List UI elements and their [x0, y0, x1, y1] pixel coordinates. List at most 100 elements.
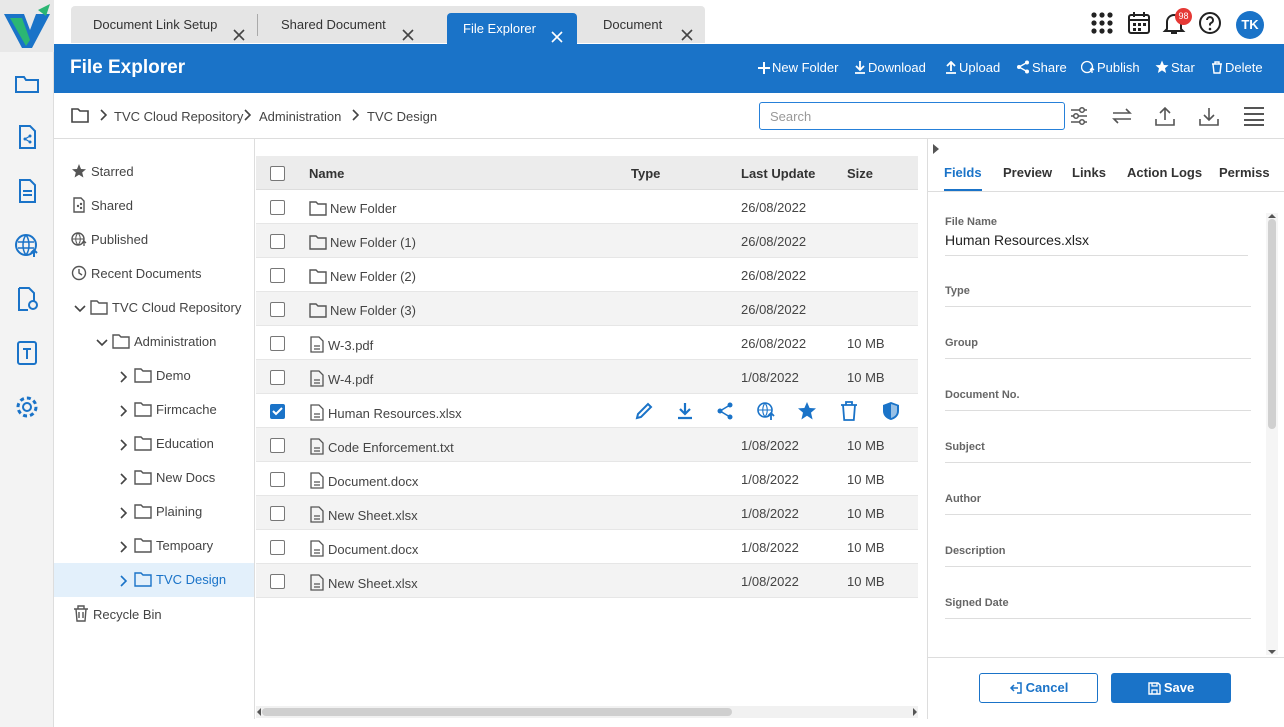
table-row[interactable]: Document.docx 1/08/2022 10 MB	[256, 462, 918, 496]
file-name-cell[interactable]: Human Resources.xlsx	[309, 404, 462, 421]
breadcrumb-item[interactable]: TVC Cloud Repository	[114, 109, 243, 124]
row-checkbox[interactable]	[270, 302, 285, 317]
subject-field[interactable]	[945, 462, 1251, 463]
edit-icon[interactable]	[634, 401, 654, 421]
tree-item-plaining[interactable]: Plaining	[118, 495, 202, 529]
table-row[interactable]: New Folder (1) 26/08/2022	[256, 224, 918, 258]
document-icon[interactable]	[13, 177, 41, 205]
table-row[interactable]: New Folder (2) 26/08/2022	[256, 258, 918, 292]
type-field[interactable]	[945, 306, 1251, 307]
signed-date-field[interactable]	[945, 618, 1251, 619]
share-icon[interactable]	[715, 401, 735, 421]
delete-button[interactable]: Delete	[1211, 60, 1263, 75]
row-checkbox[interactable]	[270, 234, 285, 249]
table-row[interactable]: Code Enforcement.txt 1/08/2022 10 MB	[256, 428, 918, 462]
tree-item-education[interactable]: Education	[118, 427, 214, 461]
file-name-cell[interactable]: Document.docx	[309, 540, 418, 557]
file-name-cell[interactable]: New Folder (1)	[309, 234, 416, 250]
column-type[interactable]: Type	[631, 166, 660, 181]
help-icon[interactable]	[1197, 10, 1223, 36]
table-row-selected[interactable]: Human Resources.xlsx	[256, 394, 918, 428]
upload-icon[interactable]	[1154, 105, 1178, 127]
share-button[interactable]: Share	[1016, 60, 1067, 75]
download-button[interactable]: Download	[854, 60, 926, 75]
file-name-cell[interactable]: New Folder (2)	[309, 268, 416, 284]
apps-grid-icon[interactable]	[1089, 10, 1115, 36]
star-button[interactable]: Star	[1155, 60, 1195, 75]
tab-preview[interactable]: Preview	[1003, 165, 1052, 180]
table-row[interactable]: New Folder (3) 26/08/2022	[256, 292, 918, 326]
file-name-cell[interactable]: Code Enforcement.txt	[309, 438, 454, 455]
shared-document-icon[interactable]	[13, 123, 41, 151]
collapse-panel-icon[interactable]	[933, 142, 939, 157]
row-checkbox[interactable]	[270, 404, 285, 419]
tree-item-recycle-bin[interactable]: Recycle Bin	[73, 598, 162, 632]
row-checkbox[interactable]	[270, 336, 285, 351]
table-row[interactable]: New Sheet.xlsx 1/08/2022 10 MB	[256, 496, 918, 530]
file-name-field[interactable]: Human Resources.xlsx	[945, 232, 1089, 248]
close-icon[interactable]	[233, 18, 245, 41]
tree-item-tempoary[interactable]: Tempoary	[118, 529, 213, 563]
close-icon[interactable]	[681, 18, 693, 41]
menu-icon[interactable]	[1242, 105, 1266, 127]
file-name-cell[interactable]: New Sheet.xlsx	[309, 574, 418, 591]
row-checkbox[interactable]	[270, 268, 285, 283]
publish-button[interactable]: Publish	[1080, 60, 1140, 75]
new-folder-button[interactable]: New Folder	[758, 60, 838, 75]
calendar-icon[interactable]	[1126, 10, 1152, 36]
file-name-cell[interactable]: New Folder (3)	[309, 302, 416, 318]
tab-fields[interactable]: Fields	[944, 165, 982, 180]
vertical-scrollbar[interactable]	[1266, 213, 1278, 655]
folder-icon[interactable]	[13, 70, 41, 98]
tree-item-shared[interactable]: Shared	[71, 189, 133, 223]
author-field[interactable]	[945, 514, 1251, 515]
table-row[interactable]: Document.docx 1/08/2022 10 MB	[256, 530, 918, 564]
search-input[interactable]	[759, 102, 1065, 130]
column-last-update[interactable]: Last Update	[741, 166, 815, 181]
file-name-cell[interactable]: W-3.pdf	[309, 336, 373, 353]
file-name-cell[interactable]: New Sheet.xlsx	[309, 506, 418, 523]
filter-sliders-icon[interactable]	[1068, 105, 1092, 127]
row-checkbox[interactable]	[270, 472, 285, 487]
row-checkbox[interactable]	[270, 574, 285, 589]
user-avatar[interactable]: TK	[1236, 11, 1264, 39]
horizontal-scrollbar[interactable]	[256, 706, 918, 718]
cancel-button[interactable]: Cancel	[979, 673, 1098, 703]
delete-icon[interactable]	[839, 401, 859, 421]
row-checkbox[interactable]	[270, 370, 285, 385]
document-no-field[interactable]	[945, 410, 1251, 411]
scrollbar-thumb[interactable]	[1268, 219, 1276, 429]
settings-gear-icon[interactable]	[13, 393, 41, 421]
template-icon[interactable]	[13, 339, 41, 367]
folder-icon[interactable]	[71, 107, 89, 126]
star-icon[interactable]	[797, 401, 817, 421]
table-row[interactable]: W-4.pdf 1/08/2022 10 MB	[256, 360, 918, 394]
publish-globe-icon[interactable]	[13, 231, 41, 259]
sync-icon[interactable]	[1110, 105, 1134, 127]
download-icon[interactable]	[1198, 105, 1222, 127]
tree-item-published[interactable]: Published	[71, 223, 148, 257]
row-checkbox[interactable]	[270, 200, 285, 215]
close-icon[interactable]	[551, 23, 563, 43]
row-checkbox[interactable]	[270, 438, 285, 453]
upload-button[interactable]: Upload	[945, 60, 1000, 75]
tree-item-new-docs[interactable]: New Docs	[118, 461, 215, 495]
description-field[interactable]	[945, 566, 1251, 567]
tree-item-tvc-design[interactable]: TVC Design	[54, 563, 254, 597]
row-checkbox[interactable]	[270, 506, 285, 521]
select-all-checkbox[interactable]	[270, 166, 285, 181]
app-logo[interactable]	[0, 0, 54, 52]
file-name-cell[interactable]: W-4.pdf	[309, 370, 373, 387]
row-checkbox[interactable]	[270, 540, 285, 555]
document-settings-icon[interactable]	[13, 285, 41, 313]
table-row[interactable]: W-3.pdf 26/08/2022 10 MB	[256, 326, 918, 360]
tree-item-starred[interactable]: Starred	[71, 155, 134, 189]
table-row[interactable]: New Folder 26/08/2022	[256, 190, 918, 224]
security-shield-icon[interactable]	[881, 401, 901, 421]
tab-action-logs[interactable]: Action Logs	[1127, 165, 1202, 180]
download-icon[interactable]	[675, 401, 695, 421]
close-icon[interactable]	[402, 18, 414, 41]
file-name-cell[interactable]: Document.docx	[309, 472, 418, 489]
breadcrumb-item[interactable]: Administration	[259, 109, 341, 124]
tab-document[interactable]: Document	[582, 6, 705, 43]
